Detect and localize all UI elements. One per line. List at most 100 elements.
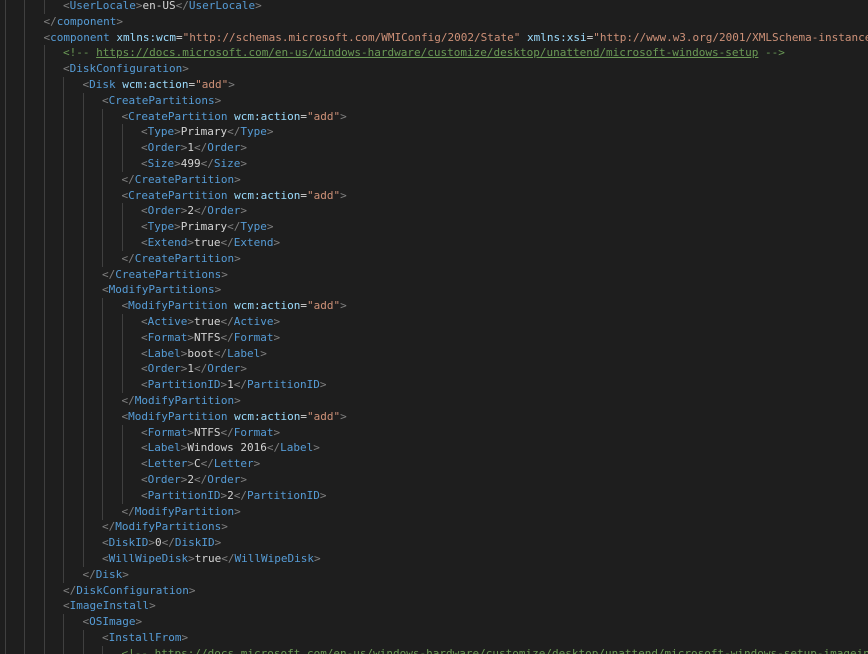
code-line[interactable]: </ModifyPartition>: [0, 503, 868, 520]
code-token: true: [194, 236, 221, 249]
code-token: <!--: [63, 46, 97, 60]
code-line[interactable]: <Extend>true</Extend>: [0, 235, 868, 251]
code-line[interactable]: <Order>1</Order>: [0, 361, 868, 378]
indent-guide: [121, 456, 123, 473]
indent-guide: [63, 503, 64, 520]
code-line[interactable]: <CreatePartition wcm:action="add">: [0, 108, 868, 125]
indent-guide: [4, 77, 6, 93]
code-line[interactable]: <OSImage>: [0, 614, 868, 631]
indent-guide: [24, 582, 25, 599]
code-line[interactable]: <CreatePartition wcm:action="add">: [0, 187, 868, 204]
code-line[interactable]: <ModifyPartition wcm:action="add">: [0, 408, 868, 425]
code-line[interactable]: <DiskID>0</DiskID>: [0, 535, 868, 552]
code-token: >: [122, 567, 129, 581]
code-token: </: [213, 346, 228, 360]
code-text: <Label>Windows 2016</Label>: [141, 440, 320, 456]
code-token: >: [273, 236, 281, 249]
code-token: "add": [306, 109, 341, 123]
indent-guide: [43, 219, 45, 236]
indent-guide: [24, 187, 25, 204]
code-token: >: [340, 109, 347, 123]
code-line[interactable]: </Disk>: [0, 566, 868, 583]
indent-guide: [4, 535, 6, 552]
indent-guide: [121, 124, 123, 141]
code-line[interactable]: </ModifyPartitions>: [0, 519, 868, 536]
code-line[interactable]: <DiskConfiguration>: [0, 61, 868, 78]
indent-guide: [24, 140, 25, 157]
indent-guide: [63, 408, 64, 425]
code-line[interactable]: <Active>true</Active>: [0, 314, 868, 330]
code-line[interactable]: <Label>Windows 2016</Label>: [0, 440, 868, 457]
code-line[interactable]: <Type>Primary</Type>: [0, 124, 868, 141]
code-text: <Type>Primary</Type>: [141, 219, 273, 235]
code-editor[interactable]: <UserLocale>en-US</UserLocale> </componen…: [0, 0, 868, 654]
indent-guide: [63, 614, 64, 631]
code-line[interactable]: <Type>Primary</Type>: [0, 219, 868, 236]
code-line[interactable]: <Order>1</Order>: [0, 140, 868, 157]
code-line[interactable]: <CreatePartitions>: [0, 92, 868, 109]
code-token: <: [141, 236, 148, 249]
code-line[interactable]: <PartitionID>1</PartitionID>: [0, 377, 868, 394]
code-token: Primary: [180, 125, 228, 139]
indent-guide: [82, 266, 84, 283]
code-token: >: [273, 330, 281, 344]
code-line[interactable]: <!-- https://docs.microsoft.com/en-us/wi…: [0, 645, 868, 654]
code-token: "add": [306, 409, 341, 423]
code-token: component: [50, 30, 110, 44]
indent-guide: [102, 219, 103, 236]
code-token: 0: [155, 536, 162, 550]
code-token: >: [266, 125, 274, 139]
indent-guide: [63, 361, 64, 378]
code-line[interactable]: <Letter>C</Letter>: [0, 456, 868, 473]
code-line[interactable]: <ModifyPartition wcm:action="add">: [0, 298, 868, 315]
indent-guide: [4, 108, 6, 125]
code-line[interactable]: <ModifyPartitions>: [0, 282, 868, 299]
code-line[interactable]: <Format>NTFS</Format>: [0, 329, 868, 346]
indent-guide: [82, 456, 84, 473]
code-line[interactable]: </CreatePartitions>: [0, 266, 868, 283]
indent-guide: [43, 424, 45, 441]
code-token: >: [214, 283, 222, 297]
code-token: ModifyPartition: [134, 394, 235, 407]
code-line[interactable]: <WillWipeDisk>true</WillWipeDisk>: [0, 551, 868, 567]
indent-guide: [24, 472, 25, 488]
code-text: <ModifyPartition wcm:action="add">: [122, 298, 347, 314]
indent-guide: [82, 140, 84, 157]
indent-guide: [63, 298, 64, 315]
indent-guide: [102, 377, 103, 394]
code-token: >: [149, 599, 156, 613]
code-token: InstallFrom: [108, 631, 182, 644]
indent-guide: [24, 298, 25, 315]
code-line[interactable]: </DiskConfiguration>: [0, 582, 868, 599]
indent-guide: [4, 551, 6, 567]
code-line[interactable]: </CreatePartition>: [0, 250, 868, 267]
code-token: CreatePartition: [128, 188, 228, 202]
code-token: >: [240, 204, 247, 218]
indent-guide: [43, 440, 45, 457]
indent-guide: [4, 156, 6, 172]
indent-guide: [43, 630, 45, 646]
code-line[interactable]: <Disk wcm:action="add">: [0, 77, 868, 93]
indent-guide: [102, 156, 103, 172]
code-token: </: [194, 473, 208, 486]
indent-guide: [102, 124, 103, 141]
code-line[interactable]: <Format>NTFS</Format>: [0, 424, 868, 441]
code-line[interactable]: <InstallFrom>: [0, 630, 868, 646]
code-line[interactable]: <UserLocale>en-US</UserLocale>: [0, 0, 868, 14]
code-token: </: [233, 488, 247, 502]
indent-guide: [63, 108, 64, 125]
code-line[interactable]: </ModifyPartition>: [0, 393, 868, 409]
code-line[interactable]: <Order>2</Order>: [0, 472, 868, 488]
indent-guide: [102, 487, 103, 504]
code-line[interactable]: <!-- https://docs.microsoft.com/en-us/wi…: [0, 45, 868, 62]
code-line[interactable]: <Size>499</Size>: [0, 156, 868, 172]
code-line[interactable]: <PartitionID>2</PartitionID>: [0, 487, 868, 504]
indent-guide: [43, 282, 45, 299]
code-token: 1: [227, 378, 234, 392]
code-line[interactable]: </component>: [0, 13, 868, 30]
code-line[interactable]: <ImageInstall>: [0, 598, 868, 615]
code-line[interactable]: </CreatePartition>: [0, 171, 868, 188]
code-line[interactable]: <Label>boot</Label>: [0, 345, 868, 362]
code-line[interactable]: <component xmlns:wcm="http://schemas.mic…: [0, 29, 868, 46]
code-line[interactable]: <Order>2</Order>: [0, 203, 868, 220]
